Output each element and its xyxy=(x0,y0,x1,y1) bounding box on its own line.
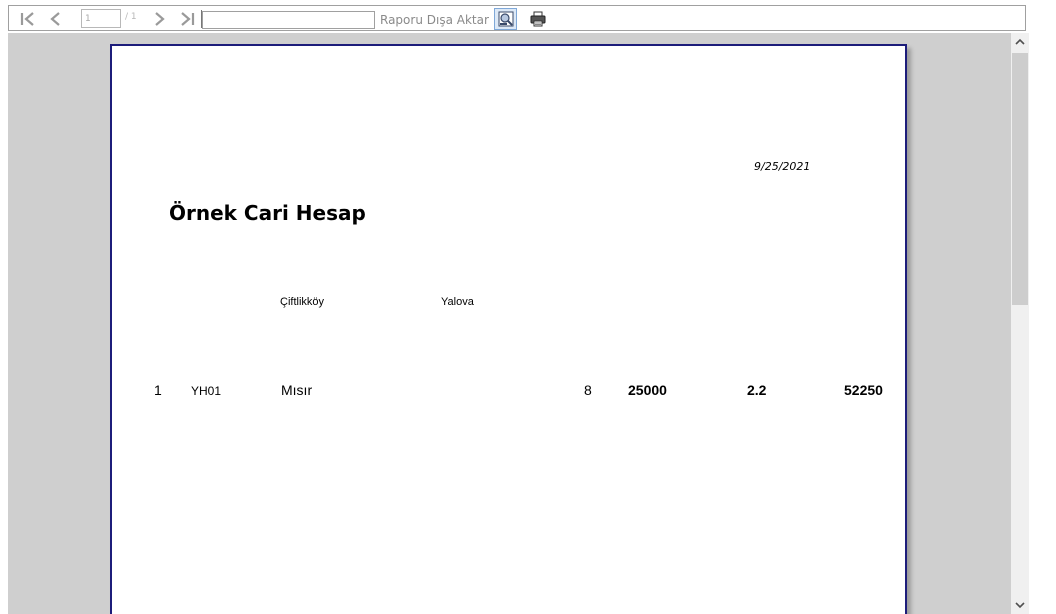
scroll-up-button[interactable] xyxy=(1011,33,1029,51)
last-page-button[interactable] xyxy=(176,9,198,29)
report-viewer[interactable]: 9/25/2021 Örnek Cari Hesap Çiftlikköy Ya… xyxy=(8,33,1029,614)
row-number: 1 xyxy=(154,382,162,398)
row-quantity: 8 xyxy=(584,382,592,398)
next-page-icon xyxy=(155,12,165,26)
next-page-button[interactable] xyxy=(148,9,170,29)
report-toolbar: / 1 Raporu Dışa Aktar xyxy=(8,5,1026,31)
row-rate: 2.2 xyxy=(747,382,767,398)
report-title: Örnek Cari Hesap xyxy=(169,201,366,225)
export-button[interactable] xyxy=(494,8,517,30)
report-page: 9/25/2021 Örnek Cari Hesap Çiftlikköy Ya… xyxy=(110,44,907,614)
prev-page-button[interactable] xyxy=(45,9,67,29)
first-page-icon xyxy=(20,12,34,26)
district-label: Çiftlikköy xyxy=(280,296,325,308)
row-total: 52250 xyxy=(844,382,883,398)
chevron-down-icon xyxy=(1015,602,1025,609)
row-price: 25000 xyxy=(628,382,667,398)
printer-icon xyxy=(530,11,546,27)
first-page-button[interactable] xyxy=(17,9,39,29)
city-label: Yalova xyxy=(441,296,474,308)
chevron-up-icon xyxy=(1015,38,1025,45)
last-page-icon xyxy=(181,12,195,26)
page-total: / 1 xyxy=(125,12,137,22)
export-label[interactable]: Raporu Dışa Aktar xyxy=(380,13,489,27)
export-icon xyxy=(498,11,513,27)
search-input[interactable] xyxy=(202,11,375,29)
vertical-scrollbar[interactable] xyxy=(1011,33,1029,614)
prev-page-icon xyxy=(50,12,60,26)
scroll-thumb[interactable] xyxy=(1012,53,1028,305)
report-date: 9/25/2021 xyxy=(754,160,811,173)
row-code: YH01 xyxy=(191,384,222,398)
row-product: Mısır xyxy=(281,382,313,398)
scroll-down-button[interactable] xyxy=(1011,596,1029,614)
page-number-input[interactable] xyxy=(81,9,121,28)
print-button[interactable] xyxy=(527,9,549,29)
